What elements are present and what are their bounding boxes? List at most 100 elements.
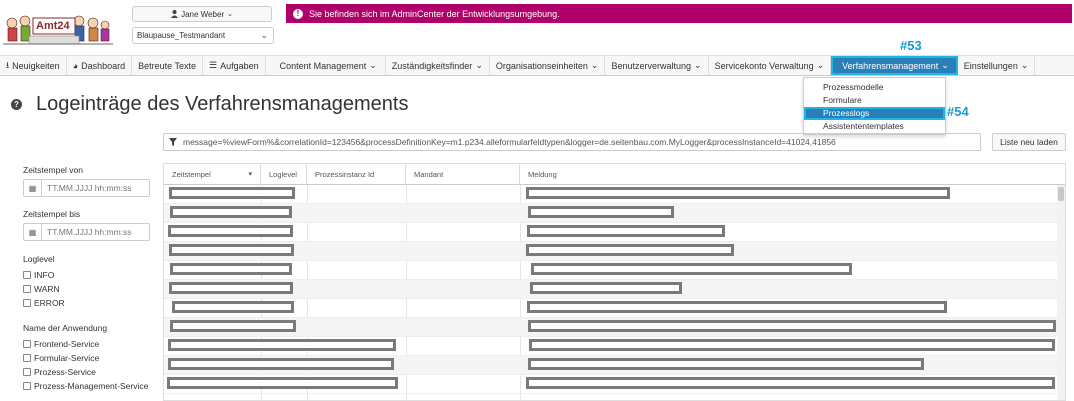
checkbox[interactable] bbox=[23, 285, 31, 293]
checkbox-label: Formular-Service bbox=[34, 353, 100, 363]
timestamp-from-input[interactable]: ▦ TT.MM.JJJJ hh:mm:ss bbox=[23, 179, 150, 197]
app-checkbox-formular-service[interactable]: Formular-Service bbox=[23, 353, 99, 363]
table-row[interactable] bbox=[164, 280, 1059, 299]
nav-label: Dashboard bbox=[81, 60, 126, 71]
download-icon: ⭳ bbox=[6, 59, 10, 70]
table-row[interactable] bbox=[164, 242, 1059, 261]
environment-banner: ! Sie befinden sich im AdminCenter der E… bbox=[286, 4, 1072, 23]
nav-benutzerverwaltung[interactable]: Benutzerverwaltung ⌄ bbox=[605, 56, 709, 75]
log-filter-input[interactable]: message=%viewForm%&correlationId=123456&… bbox=[163, 133, 981, 151]
loglevel-checkbox-info[interactable]: INFO bbox=[23, 270, 54, 280]
app-checkbox-prozess-management-service[interactable]: Prozess-Management-Service bbox=[23, 381, 148, 391]
chevron-down-icon: ⌄ bbox=[1020, 60, 1029, 70]
user-menu-button[interactable]: Jane Weber ⌄ bbox=[132, 6, 272, 22]
verfahrensmanagement-dropdown: Prozessmodelle Formulare Prozesslogs Ass… bbox=[803, 77, 946, 135]
app-name-label: Name der Anwendung bbox=[23, 323, 108, 333]
log-table: Zeitstempel ▾ Loglevel Prozessinstanz Id… bbox=[163, 163, 1066, 401]
redacted-message bbox=[527, 225, 725, 237]
scrollbar-thumb[interactable] bbox=[1058, 187, 1064, 201]
nav-label: Verfahrensmanagement bbox=[842, 60, 939, 71]
checkbox[interactable] bbox=[23, 299, 31, 307]
redacted-timestamp bbox=[170, 263, 292, 275]
nav-label: Aufgaben bbox=[220, 60, 259, 71]
column-header-zeitstempel[interactable]: Zeitstempel ▾ bbox=[164, 164, 261, 185]
nav-dashboard[interactable]: ◕ Dashboard bbox=[67, 56, 133, 75]
loglevel-checkbox-error[interactable]: ERROR bbox=[23, 298, 65, 308]
checkbox-label: WARN bbox=[34, 284, 60, 294]
redacted-message bbox=[526, 187, 950, 199]
reload-list-button[interactable]: Liste neu laden bbox=[992, 133, 1066, 151]
timestamp-to-label: Zeitstempel bis bbox=[23, 209, 81, 219]
app-checkbox-frontend-service[interactable]: Frontend-Service bbox=[23, 339, 99, 349]
table-row[interactable] bbox=[164, 299, 1059, 318]
column-header-prozessinstanz-id[interactable]: Prozessinstanz Id bbox=[307, 164, 406, 185]
user-icon bbox=[171, 10, 179, 18]
checkbox[interactable] bbox=[23, 271, 31, 279]
nav-label: Content Management bbox=[279, 60, 367, 71]
nav-label: Servicekonto Verwaltung bbox=[714, 60, 814, 71]
redacted-timestamp bbox=[170, 320, 296, 332]
dropdown-item-prozessmodelle[interactable]: Prozessmodelle bbox=[804, 81, 945, 94]
redacted-timestamp bbox=[170, 206, 292, 218]
column-header-mandant[interactable]: Mandant bbox=[406, 164, 520, 185]
dropdown-item-prozesslogs[interactable]: Prozesslogs bbox=[804, 107, 945, 120]
checkbox[interactable] bbox=[23, 368, 31, 376]
redacted-message bbox=[530, 282, 682, 294]
dropdown-item-formulare[interactable]: Formulare bbox=[804, 94, 945, 107]
main-navbar: ⭳ Neuigkeiten ◕ Dashboard Betreute Texte… bbox=[0, 55, 1074, 76]
redacted-timestamp bbox=[169, 282, 293, 294]
sort-desc-icon: ▾ bbox=[248, 171, 252, 178]
loglevel-checkbox-warn[interactable]: WARN bbox=[23, 284, 60, 294]
redacted-message bbox=[527, 301, 947, 313]
table-row[interactable] bbox=[164, 356, 1059, 375]
checkbox-label: INFO bbox=[34, 270, 55, 280]
checkbox[interactable] bbox=[23, 382, 31, 390]
tenant-value: Blaupause_Testmandant bbox=[137, 31, 226, 40]
redacted-message bbox=[526, 244, 734, 256]
column-header-meldung[interactable]: Meldung bbox=[520, 164, 1059, 185]
table-row[interactable] bbox=[164, 223, 1059, 242]
nav-label: Betreute Texte bbox=[138, 60, 197, 71]
chevron-down-icon: ⌄ bbox=[227, 11, 233, 18]
checkbox-label: Prozess-Service bbox=[34, 367, 96, 377]
table-row[interactable] bbox=[164, 261, 1059, 280]
nav-betreute-texte[interactable]: Betreute Texte bbox=[132, 56, 204, 75]
chevron-down-icon: ⌄ bbox=[694, 60, 702, 70]
tenant-select[interactable]: Blaupause_Testmandant ⌄ bbox=[132, 27, 274, 44]
filter-query: message=%viewForm%&correlationId=123456&… bbox=[183, 137, 836, 147]
chevron-down-icon: ⌄ bbox=[941, 60, 949, 70]
nav-content-management[interactable]: Content Management ⌄ bbox=[266, 56, 386, 75]
redacted-timestamp bbox=[167, 377, 398, 389]
nav-einstellungen[interactable]: Einstellungen ⌄ bbox=[958, 56, 1036, 75]
table-scrollbar[interactable] bbox=[1057, 185, 1065, 400]
date-placeholder: TT.MM.JJJJ hh:mm:ss bbox=[47, 183, 132, 193]
timestamp-to-input[interactable]: ▦ TT.MM.JJJJ hh:mm:ss bbox=[23, 223, 150, 241]
help-icon[interactable]: ? bbox=[11, 99, 22, 110]
table-row[interactable] bbox=[164, 375, 1059, 394]
nav-aufgaben[interactable]: ☰ Aufgaben bbox=[203, 56, 266, 75]
redacted-message bbox=[529, 339, 1055, 351]
column-header-label: Zeitstempel bbox=[172, 170, 211, 179]
dropdown-item-assistententemplates[interactable]: Assistententemplates bbox=[804, 120, 945, 133]
dashboard-icon: ◕ bbox=[72, 60, 79, 71]
nav-servicekonto-verwaltung[interactable]: Servicekonto Verwaltung ⌄ bbox=[709, 56, 832, 75]
checkbox[interactable] bbox=[23, 354, 31, 362]
amt24-logo[interactable]: Amt24 bbox=[3, 6, 113, 48]
nav-organisationseinheiten[interactable]: Organisationseinheiten ⌄ bbox=[490, 56, 606, 75]
nav-zustaendigkeitsfinder[interactable]: Zuständigkeitsfinder ⌄ bbox=[386, 56, 490, 75]
chevron-down-icon: ⌄ bbox=[590, 60, 599, 70]
nav-neuigkeiten[interactable]: ⭳ Neuigkeiten bbox=[0, 56, 67, 75]
nav-label: Zuständigkeitsfinder bbox=[391, 60, 473, 71]
table-row[interactable] bbox=[164, 204, 1059, 223]
table-row[interactable] bbox=[164, 318, 1059, 337]
column-header-loglevel[interactable]: Loglevel bbox=[261, 164, 307, 185]
checkbox[interactable] bbox=[23, 340, 31, 348]
nav-label: Neuigkeiten bbox=[12, 60, 60, 71]
nav-verfahrensmanagement[interactable]: Verfahrensmanagement ⌄ bbox=[831, 56, 958, 75]
nav-label: Organisationseinheiten bbox=[495, 60, 588, 71]
redacted-timestamp bbox=[169, 187, 295, 199]
app-checkbox-prozess-service[interactable]: Prozess-Service bbox=[23, 367, 96, 377]
table-row[interactable] bbox=[164, 185, 1059, 204]
table-row[interactable] bbox=[164, 337, 1059, 356]
redacted-message bbox=[528, 320, 1056, 332]
